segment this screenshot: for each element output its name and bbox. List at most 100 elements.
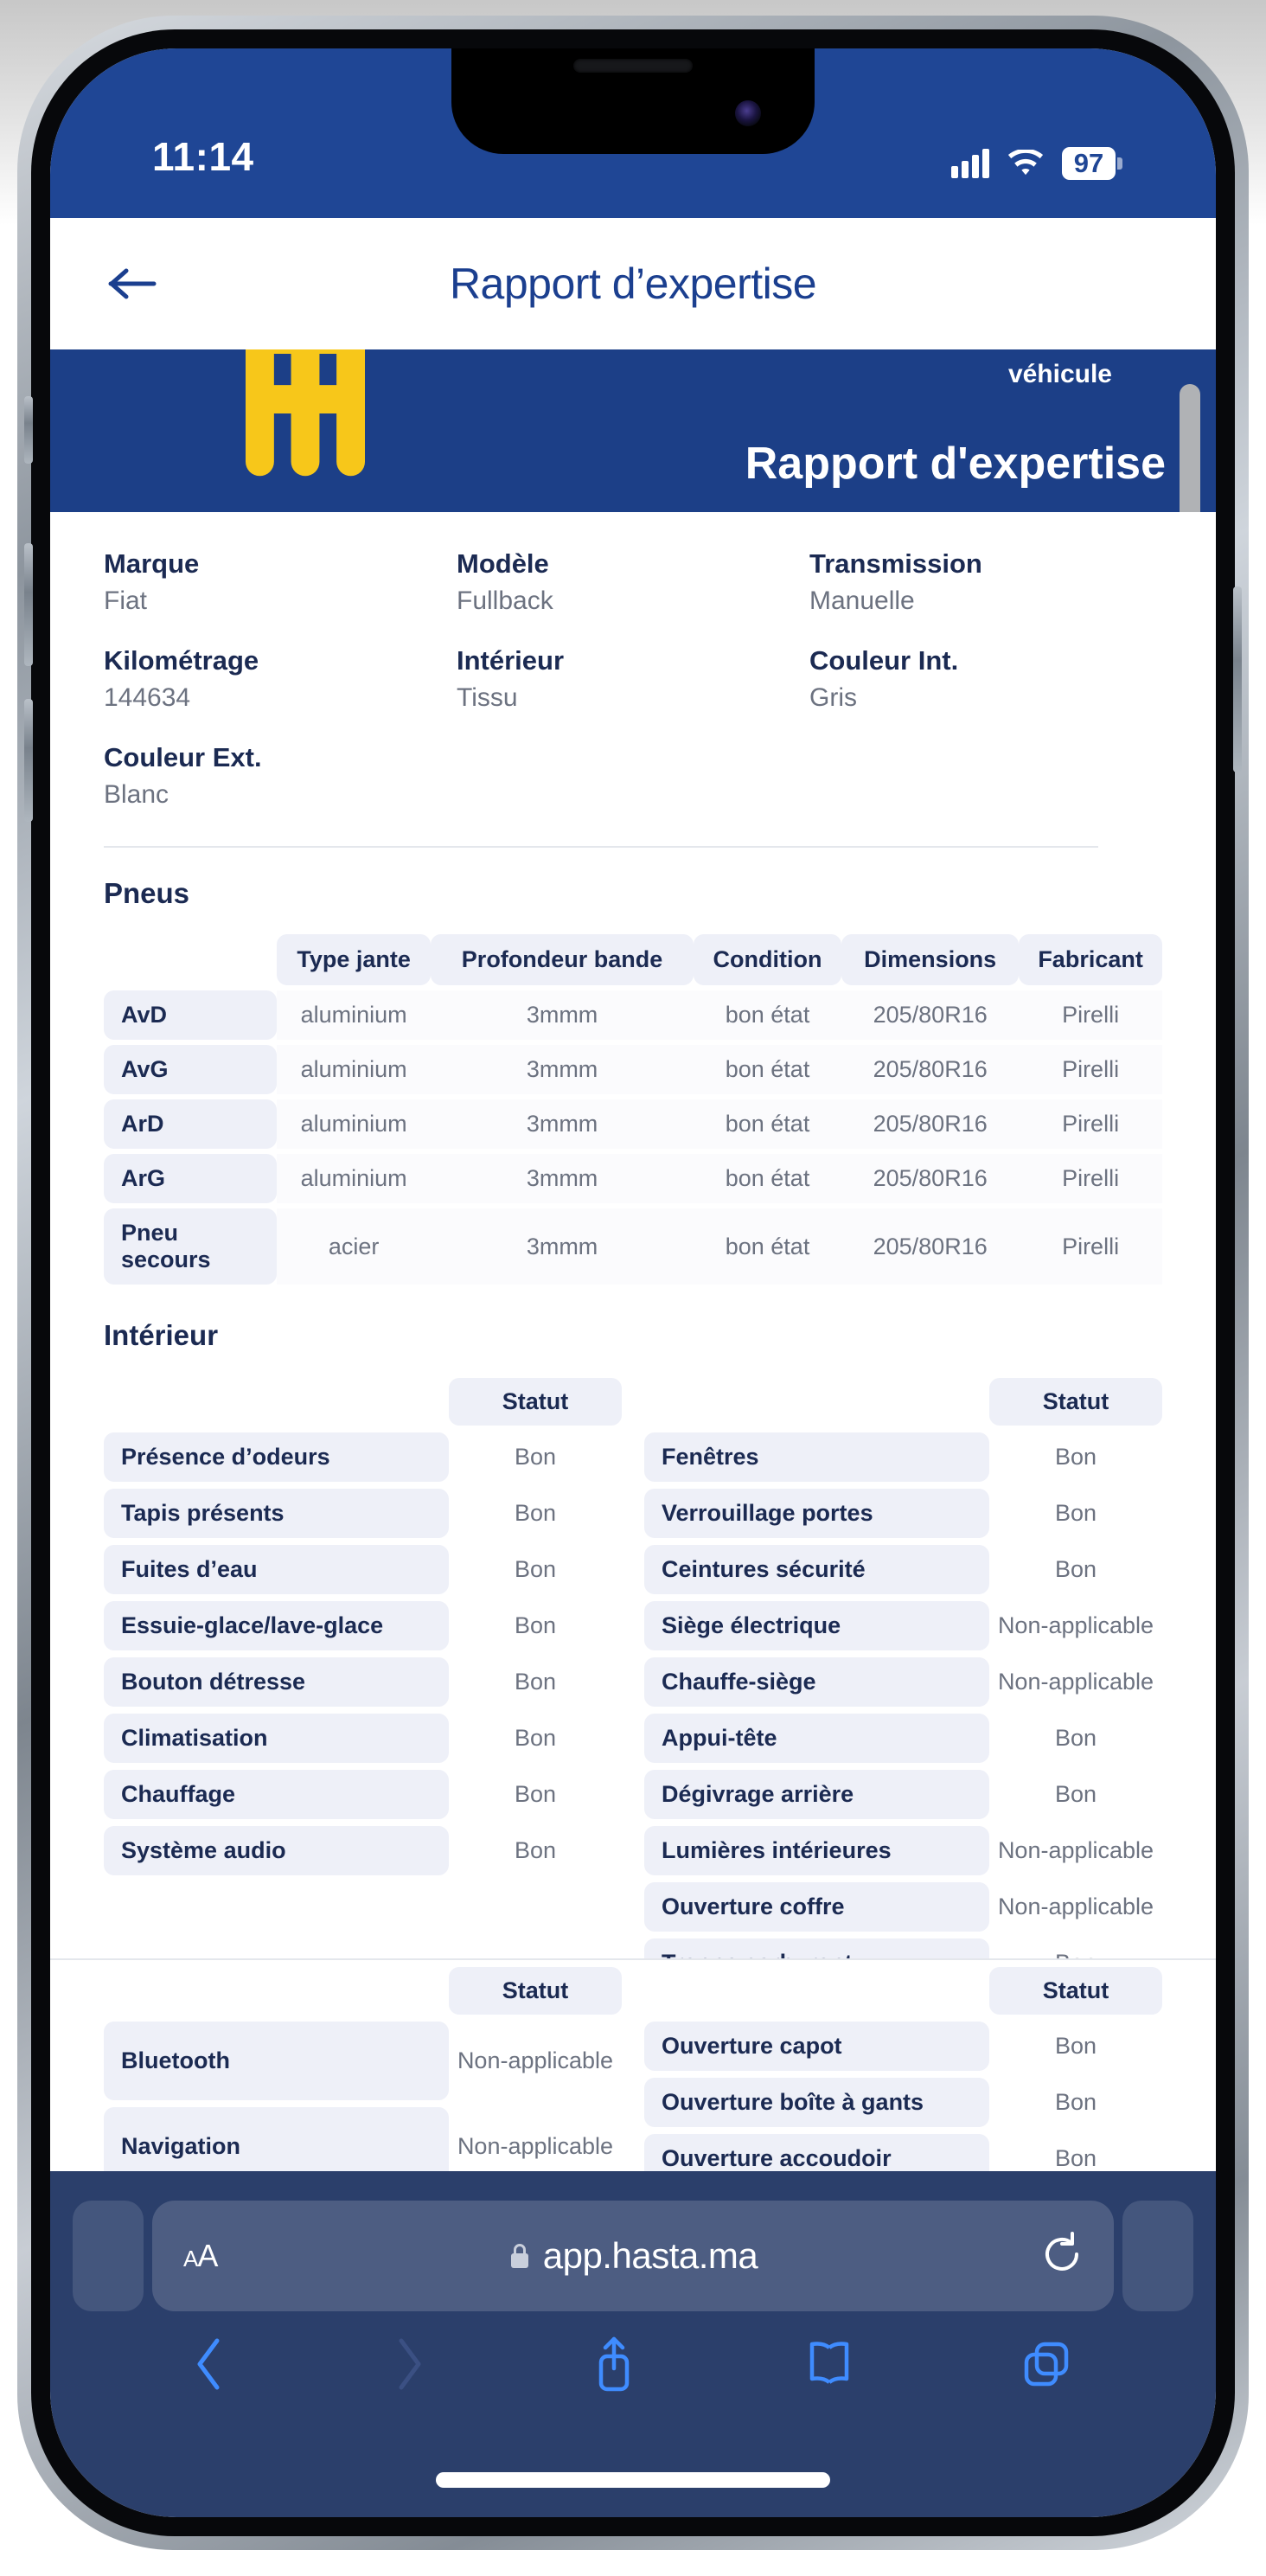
info-value: Tissu <box>457 683 518 712</box>
info-value: Manuelle <box>809 586 915 615</box>
status-badge: Bon <box>514 1500 557 1527</box>
equipement-item-name: Ouverture capot <box>644 2022 989 2071</box>
interieur-item-name: Climatisation <box>104 1714 449 1764</box>
pneus-header-fabricant: Fabricant <box>1019 934 1162 986</box>
next-tab-edge[interactable] <box>1122 2201 1193 2311</box>
list-item: Trappe carburant Bon <box>644 1938 1162 1958</box>
reload-icon[interactable] <box>1041 2231 1083 2281</box>
pneus-cell-profondeur: 3mmm <box>431 1099 694 1150</box>
chevron-right-icon[interactable] <box>391 2336 425 2393</box>
content-scrollbar[interactable] <box>1180 384 1200 512</box>
back-arrow-icon[interactable] <box>102 253 164 315</box>
status-clock: 11:14 <box>152 134 254 179</box>
pneus-cell-fabricant: Pirelli <box>1019 1045 1162 1095</box>
list-item: Chauffe-siège Non-applicable <box>644 1657 1162 1708</box>
pneus-cell-condition: bon état <box>693 1208 842 1285</box>
pneus-row-label: AvD <box>104 990 277 1041</box>
interieur-columns: Statut Présence d’odeurs Bon Tapis prése… <box>104 1371 1162 1958</box>
status-badge: Non-applicable <box>997 1612 1154 1639</box>
list-item: Ceintures sécurité Bon <box>644 1545 1162 1595</box>
list-item: Lumières intérieures Non-applicable <box>644 1826 1162 1876</box>
interieur-item-name: Fuites d’eau <box>104 1545 449 1595</box>
url-display: app.hasta.ma <box>152 2235 1114 2277</box>
volume-up-button[interactable] <box>24 543 33 666</box>
status-icons: 97 <box>951 147 1122 180</box>
pneus-cell-fabricant: Pirelli <box>1019 1154 1162 1204</box>
vehicle-info-item: Kilométrage 144634 <box>104 645 457 713</box>
status-badge: Bon <box>514 1556 557 1583</box>
power-button[interactable] <box>1233 586 1242 772</box>
banner-subtitle: véhicule <box>1007 360 1112 388</box>
tabs-icon[interactable] <box>1020 2337 1073 2391</box>
table-row: AvD aluminium 3mmm bon état 205/80R16 Pi… <box>104 990 1162 1041</box>
vehicle-info-grid: Marque Fiat Modèle Fullback Transmission… <box>104 512 1162 830</box>
interieur-item-name: Siège électrique <box>644 1601 989 1651</box>
list-item: Ouverture capot Bon <box>644 2022 1162 2071</box>
section-title-pneus: Pneus <box>104 877 190 909</box>
pneus-row-label: ArD <box>104 1099 277 1150</box>
status-badge: Bon <box>514 1444 557 1471</box>
interieur-right-table: Statut Fenêtres Bon Verrouillage portes <box>644 1371 1162 1958</box>
home-indicator[interactable] <box>436 2472 830 2488</box>
hasta-logo <box>246 349 365 477</box>
pneus-cell-profondeur: 3mmm <box>431 990 694 1041</box>
info-label: Kilométrage <box>104 645 259 676</box>
interieur-item-name: Bouton détresse <box>104 1657 449 1708</box>
lock-icon <box>510 2244 528 2268</box>
share-icon[interactable] <box>590 2334 638 2394</box>
interieur-item-name: Chauffe-siège <box>644 1657 989 1708</box>
status-badge: Bon <box>514 1612 557 1639</box>
previous-tab-edge[interactable] <box>73 2201 144 2311</box>
equipements-left-header-statut: Statut <box>449 1967 622 2015</box>
pneus-row-label: AvG <box>104 1045 277 1095</box>
front-camera-icon <box>735 100 761 126</box>
info-label: Modèle <box>457 548 549 579</box>
interieur-item-name: Dégivrage arrière <box>644 1770 989 1820</box>
equipement-item-name: Bluetooth <box>104 2022 449 2100</box>
banner-title: Rapport d'expertise <box>745 439 1166 489</box>
interieur-item-name: Ouverture coffre <box>644 1882 989 1932</box>
pneus-table: Type jante Profondeur bande Condition Di… <box>104 929 1162 1290</box>
volume-down-button[interactable] <box>24 699 33 822</box>
status-badge: Bon <box>1054 1444 1097 1471</box>
url-text: app.hasta.ma <box>542 2235 758 2276</box>
status-badge: Non-applicable <box>457 2047 614 2073</box>
safari-nav-row <box>50 2311 1216 2394</box>
mute-switch[interactable] <box>24 396 33 464</box>
vehicle-info-item: Couleur Ext. Blanc <box>104 742 457 810</box>
vehicle-info-item: Modèle Fullback <box>457 548 809 616</box>
vehicle-info-item: Transmission Manuelle <box>809 548 1162 616</box>
pneus-header-condition: Condition <box>693 934 842 986</box>
address-bar[interactable]: AA app.hasta.ma <box>152 2201 1114 2311</box>
book-icon[interactable] <box>802 2337 856 2391</box>
phone-frame: 11:14 97 Rapport d’expertise véhicule Ra… <box>17 16 1249 2550</box>
battery-indicator: 97 <box>1062 147 1122 180</box>
text-size-button[interactable]: AA <box>183 2238 218 2274</box>
interieur-item-name: Ceintures sécurité <box>644 1545 989 1595</box>
pneus-cell-profondeur: 3mmm <box>431 1154 694 1204</box>
pneus-cell-condition: bon état <box>693 1099 842 1150</box>
section-title-interieur: Intérieur <box>104 1319 219 1352</box>
equipement-item-name: Ouverture boîte à gants <box>644 2078 989 2127</box>
pneus-cell-dimensions: 205/80R16 <box>841 1045 1020 1095</box>
list-item: Fuites d’eau Bon <box>104 1545 622 1595</box>
info-label: Transmission <box>809 548 982 579</box>
interieur-item-name: Appui-tête <box>644 1714 989 1764</box>
safari-url-row: AA app.hasta.ma <box>50 2171 1216 2311</box>
cellular-bars-icon <box>951 149 989 178</box>
chevron-left-icon[interactable] <box>193 2336 227 2393</box>
status-badge: Bon <box>514 1725 557 1752</box>
equipements-right-header-blank <box>644 1967 989 2015</box>
pneus-cell-condition: bon état <box>693 1154 842 1204</box>
table-header-row: Type jante Profondeur bande Condition Di… <box>104 934 1162 986</box>
vehicle-info-item: Intérieur Tissu <box>457 645 809 713</box>
info-value: Gris <box>809 683 857 712</box>
interieur-item-name: Lumières intérieures <box>644 1826 989 1876</box>
status-badge: Bon <box>514 1781 557 1808</box>
status-badge: Bon <box>1054 2089 1097 2115</box>
pneus-cell-type-jante: aluminium <box>277 1045 432 1095</box>
info-value: Fullback <box>457 586 553 615</box>
list-item: Appui-tête Bon <box>644 1714 1162 1764</box>
pneus-header-profondeur: Profondeur bande <box>431 934 694 986</box>
info-label: Marque <box>104 548 200 579</box>
